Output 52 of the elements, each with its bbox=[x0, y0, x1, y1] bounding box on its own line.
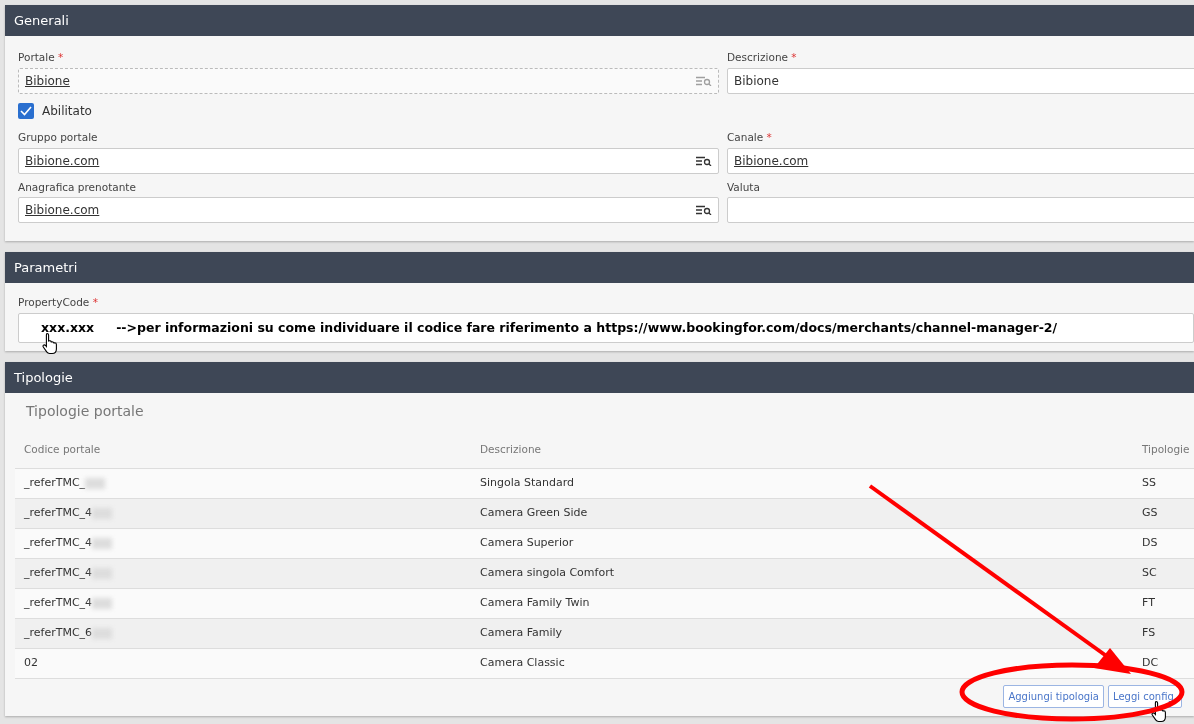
table-cell: _referTMC_6 bbox=[15, 617, 471, 648]
table-cell: FT bbox=[1133, 587, 1194, 618]
field-label: Descrizione * bbox=[727, 50, 798, 65]
input-field[interactable]: Bibione.com bbox=[18, 147, 719, 174]
table-cell: _referTMC_4 bbox=[15, 557, 471, 588]
panel-header: Tipologie bbox=[5, 362, 1194, 393]
required-asterisk: * bbox=[92, 296, 98, 309]
required-asterisk: * bbox=[791, 51, 797, 63]
field-value: xxx.xxx bbox=[41, 319, 95, 335]
checkbox-label: Abilitato bbox=[42, 102, 92, 120]
table-cell: GS bbox=[1133, 497, 1194, 528]
table-cell: _referTMC_4 bbox=[15, 587, 471, 618]
required-asterisk: * bbox=[766, 130, 772, 143]
table-cell: DS bbox=[1133, 527, 1194, 558]
input-field[interactable]: Bibione.com bbox=[18, 197, 719, 224]
table-cell: Camera Family bbox=[471, 617, 1133, 648]
input-field[interactable]: Bibione bbox=[18, 67, 719, 94]
column-header: Codice portale bbox=[23, 442, 102, 457]
field-label: Gruppo portale bbox=[18, 129, 99, 145]
field-label: Canale * bbox=[727, 129, 773, 145]
table-cell: FS bbox=[1133, 617, 1194, 648]
table-cell: Camera singola Comfort bbox=[471, 557, 1133, 588]
column-header: Tipologie bbox=[1141, 442, 1191, 457]
field-label: Anagrafica prenotante bbox=[18, 179, 137, 195]
table-button[interactable]: Aggiungi tipologia bbox=[1003, 684, 1104, 708]
table-title: Tipologie portale bbox=[25, 402, 145, 421]
table-cell: Camera Superior bbox=[471, 527, 1133, 558]
table-cell: SC bbox=[1133, 557, 1194, 588]
column-header: Descrizione bbox=[479, 442, 542, 457]
panel-header: Generali bbox=[5, 5, 1194, 36]
table-cell: SS bbox=[1133, 467, 1194, 498]
field-label: PropertyCode * bbox=[18, 295, 99, 311]
table-cell: Singola Standard bbox=[471, 467, 1133, 498]
table-cell: Camera Green Side bbox=[471, 497, 1133, 528]
table-button[interactable]: Leggi config. bbox=[1108, 684, 1182, 708]
lookup-icon[interactable] bbox=[696, 205, 712, 216]
table-cell: Camera Family Twin bbox=[471, 587, 1133, 618]
table-cell: _referTMC_ bbox=[15, 467, 471, 498]
code-text: 02 bbox=[24, 655, 38, 671]
lookup-icon[interactable] bbox=[696, 155, 712, 166]
input-field[interactable] bbox=[727, 197, 1194, 224]
field-label: Portale * bbox=[18, 50, 65, 65]
required-asterisk: * bbox=[58, 51, 64, 63]
checkbox[interactable] bbox=[18, 102, 34, 119]
table-cell: _referTMC_4 bbox=[15, 497, 471, 528]
field-label: Valuta bbox=[727, 179, 761, 195]
table-cell: _referTMC_4 bbox=[15, 527, 471, 558]
input-field[interactable]: Bibione.com bbox=[727, 147, 1194, 174]
input-field[interactable]: xxx.xxx -->per informazioni su come individuare il codice fare riferimento a https://www.bookingfor.com/docs/merchants/channel-manager-2/ bbox=[18, 313, 1194, 343]
note-text: -->per informazioni su come individuare il codice fare riferimento a https://www.bookingfor.com/docs/merchants/channel-manager-2/ bbox=[116, 319, 1058, 335]
input-field[interactable]: Bibione bbox=[727, 67, 1194, 94]
panel-header: Parametri bbox=[5, 252, 1194, 284]
